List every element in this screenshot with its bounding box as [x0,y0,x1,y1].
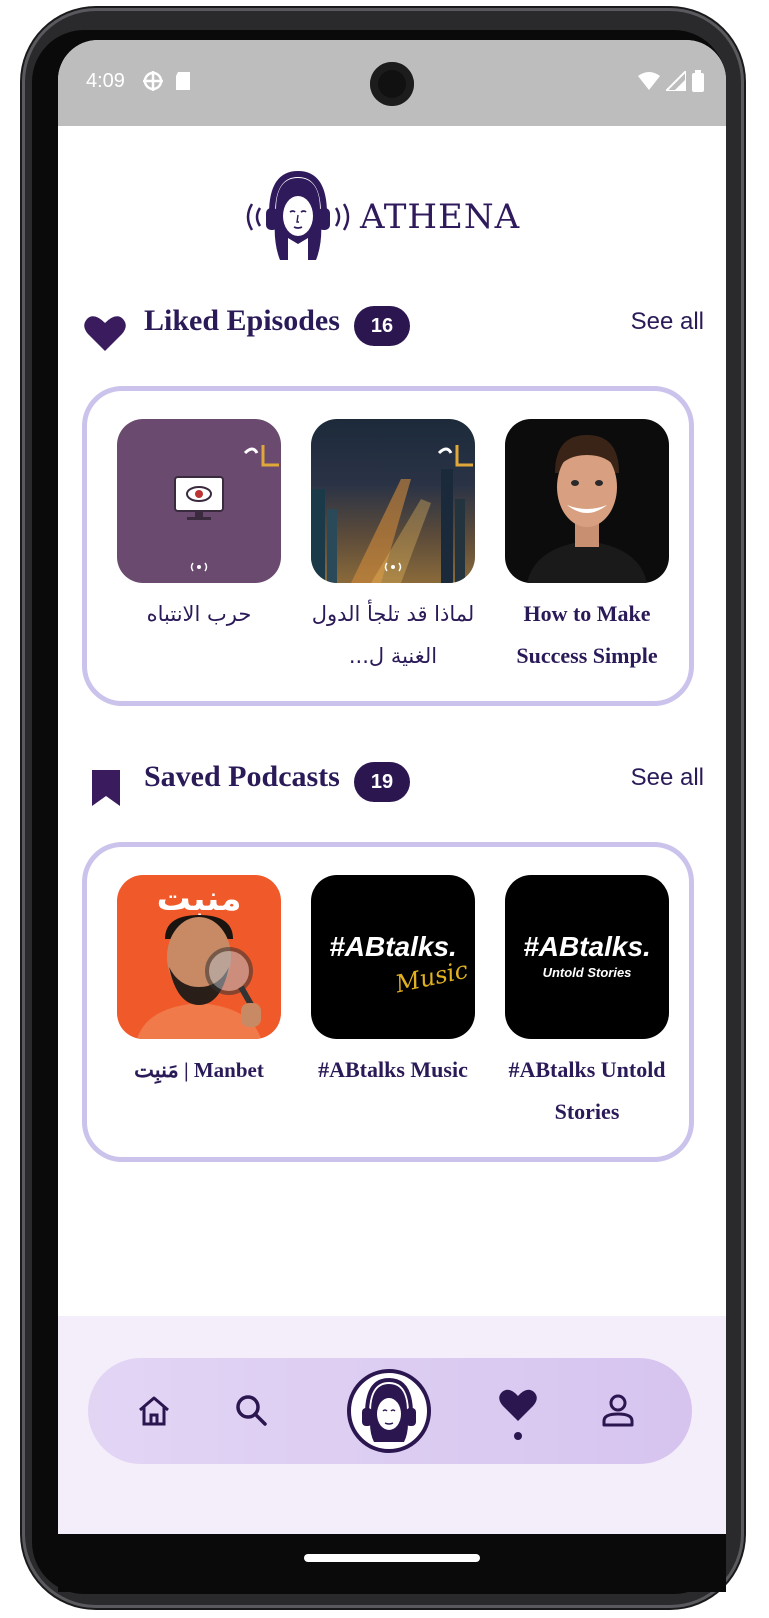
abtalks-subtitle-text: Untold Stories [542,965,632,980]
host-portrait-image [137,915,261,1039]
podcast-tile[interactable]: #ABtalks. Untold Stories #ABtalks Untold… [505,875,669,1133]
heart-icon [84,316,126,351]
podcast-artwork: منبت [117,875,281,1039]
podcast-artwork: #ABtalks. Untold Stories [505,875,669,1039]
sd-card-icon [176,72,190,90]
liked-see-all-link[interactable]: See all [631,308,704,336]
podcast-tile[interactable]: #ABtalks. Music #ABtalks Music [311,875,475,1091]
episode-title: لماذا قد تلجأ الدول الغنية ل... [311,602,475,668]
athena-logo-icon [347,1369,431,1453]
status-bar: 4:09 [58,40,726,126]
speaker-portrait-image [527,435,647,583]
broadcast-icon [190,562,208,572]
athena-logo-icon [246,170,350,260]
saved-podcasts-card: منبت مَنبِت | Manbet #ABtalks. Music #AB… [82,842,694,1162]
gesture-area [58,1534,726,1592]
episode-tile[interactable]: لماذا قد تلجأ الدول الغنية ل... [311,419,475,677]
nav-search-button[interactable] [230,1389,272,1431]
active-indicator-dot [514,1432,522,1440]
podcast-title: #ABtalks Music [318,1057,468,1082]
bottom-nav-bar [88,1358,692,1464]
wifi-icon [638,72,660,90]
episode-tile[interactable]: How to Make Success Simple [505,419,669,677]
search-icon [236,1395,267,1426]
profile-icon [602,1394,634,1427]
home-icon [139,1396,169,1426]
podcast-tile[interactable]: منبت مَنبِت | Manbet [117,875,281,1091]
liked-count-badge: 16 [354,306,410,346]
nav-liked-button[interactable] [498,1386,538,1442]
battery-icon [692,70,704,92]
app-logo: ATHENA [246,170,520,264]
status-time: 4:09 [86,70,125,92]
saved-count-badge: 19 [354,762,410,802]
nav-profile-button[interactable] [598,1390,638,1430]
vpn-icon [143,71,163,91]
liked-episodes-title: Liked Episodes [144,304,340,337]
app-name: ATHENA [360,197,521,237]
podcast-title: #ABtalks Untold Stories [508,1057,666,1124]
publisher-logo-icon [243,445,279,467]
episode-title: How to Make Success Simple [516,601,658,668]
podcast-title: مَنبِت | Manbet [134,1058,264,1082]
episode-artwork [505,419,669,583]
signal-icon [666,71,686,91]
publisher-logo-icon [437,445,473,467]
monitor-eye-icon [174,476,224,520]
app-screen: 4:09 ATHENA Liked Episodes 16 See all حر… [58,40,726,1534]
abtalks-logo-text: #ABtalks. [523,931,651,962]
liked-episodes-card: حرب الانتباه لماذا قد تلجأ الدول الغنية … [82,386,694,706]
heart-icon [499,1389,537,1421]
home-gesture-bar[interactable] [304,1554,480,1562]
episode-title: حرب الانتباه [146,602,252,626]
saved-podcasts-header: Saved Podcasts 19 See all [84,760,704,810]
front-camera [370,62,414,106]
saved-see-all-link[interactable]: See all [631,764,704,792]
saved-podcasts-title: Saved Podcasts [144,760,340,793]
liked-episodes-header: Liked Episodes 16 See all [84,304,704,354]
episode-tile[interactable]: حرب الانتباه [117,419,281,635]
nav-athena-button[interactable] [346,1368,432,1454]
nav-home-button[interactable] [134,1391,174,1431]
bookmark-icon [92,770,120,806]
episode-artwork [311,419,475,583]
episode-artwork [117,419,281,583]
podcast-artwork: #ABtalks. Music [311,875,475,1039]
broadcast-icon [384,562,402,572]
